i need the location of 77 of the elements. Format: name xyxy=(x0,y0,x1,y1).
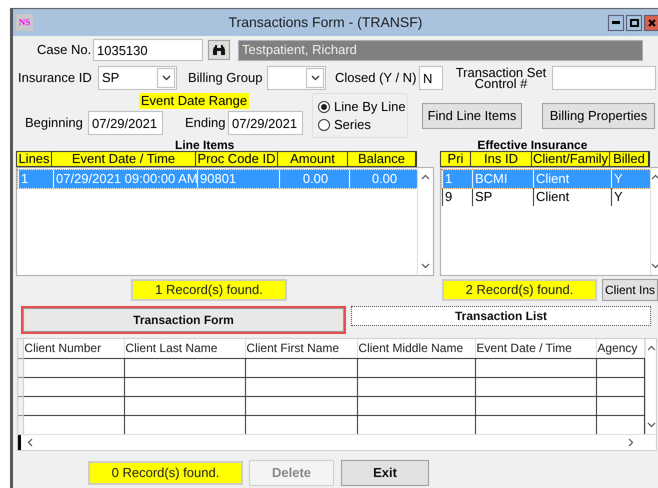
radio-option[interactable]: Line By Line xyxy=(318,99,407,114)
field-label: Closed (Y / N) xyxy=(335,69,418,88)
column-header: Billed xyxy=(610,152,649,166)
exit-button[interactable]: Exit xyxy=(341,460,429,486)
scroll-up-icon[interactable] xyxy=(651,174,658,180)
field-label: Case No. xyxy=(37,41,92,60)
scroll-up-icon[interactable] xyxy=(646,345,656,351)
table-cell: 9 xyxy=(442,188,472,206)
radio-option[interactable]: Series xyxy=(318,117,407,132)
case-number-field[interactable]: 1035130 xyxy=(93,39,203,61)
maximize-button[interactable] xyxy=(626,14,642,30)
client-insurance-button[interactable]: Client Ins xyxy=(602,279,658,301)
beginning-date-field[interactable]: 07/29/2021 xyxy=(88,111,163,135)
column-header: Event Date / Time xyxy=(476,339,598,358)
table-cell: SP xyxy=(472,188,533,206)
scroll-left-icon[interactable] xyxy=(27,438,33,447)
column-header: Client Last Name xyxy=(125,339,246,358)
field-label: Beginning xyxy=(25,114,84,132)
record-count: 0 Record(s) found. xyxy=(88,461,243,485)
table-cell: 0.00 xyxy=(279,170,349,188)
ending-date-field[interactable]: 07/29/2021 xyxy=(228,111,303,135)
scroll-down-icon[interactable] xyxy=(651,263,658,269)
column-header: Pri xyxy=(441,152,471,166)
column-header: Client Number xyxy=(24,339,126,358)
table-cell: 07/29/2021 09:00:00 AM xyxy=(53,170,197,188)
record-count: 2 Record(s) found. xyxy=(442,279,597,301)
table-cell: Client xyxy=(533,188,611,206)
table-title: Effective Insurance xyxy=(477,139,588,151)
column-header: Proc Code ID xyxy=(196,152,278,166)
binoculars-icon xyxy=(212,44,226,56)
scroll-right-icon[interactable] xyxy=(628,438,634,447)
section-label: Event Date Range xyxy=(138,93,250,109)
app-logo: NS xyxy=(16,14,33,31)
table-cell: BCMI xyxy=(472,170,533,188)
table-cell: 90801 xyxy=(197,170,279,188)
minimize-button[interactable] xyxy=(608,14,624,30)
radio-icon xyxy=(318,118,330,130)
field-label: Billing Group xyxy=(188,69,264,88)
column-header: Event Date / Time xyxy=(52,152,196,166)
vertical-scrollbar[interactable] xyxy=(650,168,658,275)
dropdown-icon[interactable] xyxy=(310,75,320,81)
action-button[interactable]: Find Line Items xyxy=(422,103,522,129)
maximize-icon xyxy=(630,18,638,26)
radio-icon xyxy=(318,100,330,112)
horizontal-scrollbar[interactable] xyxy=(18,434,656,450)
close-button[interactable] xyxy=(644,14,658,30)
scroll-down-icon[interactable] xyxy=(646,422,656,428)
column-header: Balance xyxy=(348,152,416,166)
table-cell: 1 xyxy=(18,170,53,188)
column-header: Client Middle Name xyxy=(358,339,476,358)
client-name-field: Testpatient, Richard xyxy=(238,40,643,60)
record-count: 1 Record(s) found. xyxy=(131,279,287,301)
table-title: Line Items xyxy=(175,139,234,151)
closed-field[interactable]: N xyxy=(419,66,443,90)
dropdown-icon[interactable] xyxy=(162,75,170,81)
column-header: Lines xyxy=(17,152,52,166)
transaction-set-field[interactable] xyxy=(552,66,656,90)
tab[interactable]: Transaction List xyxy=(351,306,651,326)
action-button[interactable]: Billing Properties xyxy=(542,103,655,129)
column-header: Client/Family xyxy=(532,152,610,166)
search-button[interactable] xyxy=(208,40,230,60)
column-header: Client First Name xyxy=(246,339,358,358)
insurance-id-dropdown[interactable]: SP xyxy=(98,66,177,90)
table-cell: 1 xyxy=(442,170,472,188)
field-label: Insurance ID xyxy=(18,69,93,88)
field-label: Transaction Set Control # xyxy=(454,67,548,89)
scroll-up-icon[interactable] xyxy=(421,174,430,180)
column-header: Ins ID xyxy=(471,152,532,166)
table-cell: Client xyxy=(533,170,611,188)
close-icon xyxy=(648,18,656,26)
column-header: Amount xyxy=(278,152,348,166)
scroll-down-icon[interactable] xyxy=(421,263,430,269)
vertical-scrollbar[interactable] xyxy=(645,339,656,434)
field-label: Ending xyxy=(185,114,226,132)
minimize-icon xyxy=(612,21,620,24)
tab[interactable]: Transaction Form xyxy=(21,306,346,334)
window-title: Transactions Form - (TRANSF) xyxy=(228,13,424,32)
